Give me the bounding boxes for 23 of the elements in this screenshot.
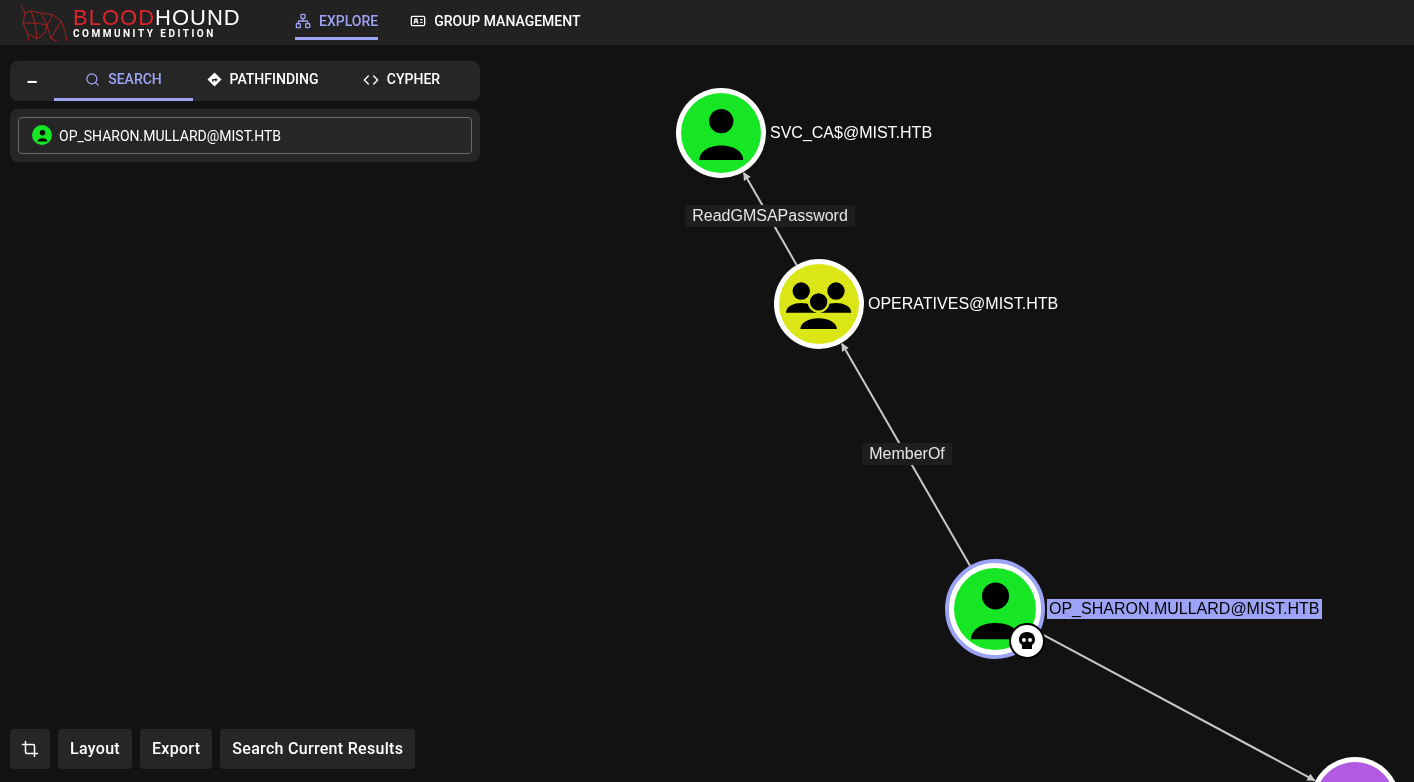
route-sign-icon — [206, 72, 222, 87]
search-icon — [85, 72, 101, 87]
panel-tab[interactable]: SEARCH — [54, 61, 193, 101]
crop-button[interactable] — [10, 729, 50, 769]
toolbar-button[interactable]: Search Current Results — [220, 729, 416, 769]
toolbar-button[interactable]: Export — [140, 729, 213, 769]
graph-icon — [295, 13, 311, 29]
app-title: BLOODHOUND — [73, 6, 241, 29]
node-label: SVC_CA$@MIST.HTB — [769, 123, 934, 143]
id-card-icon — [410, 13, 427, 29]
app-subtitle: COMMUNITY EDITION — [73, 28, 217, 39]
search-field[interactable]: OP_SHARON.MULLARD@MIST.HTB — [18, 117, 472, 154]
toolbar-button[interactable]: Layout — [58, 729, 132, 769]
node-label: OP_SHARON.MULLARD@MIST.HTB — [1047, 599, 1322, 619]
panel-tab[interactable]: CYPHER — [332, 61, 471, 101]
nav-tab[interactable]: EXPLORE — [295, 5, 379, 40]
edge-label: ReadGMSAPassword — [685, 205, 855, 227]
crop-icon — [21, 740, 39, 758]
panel-tab[interactable]: PATHFINDING — [193, 61, 332, 101]
edge-label: MemberOf — [862, 443, 952, 465]
node-label: OPERATIVES@MIST.HTB — [867, 294, 1060, 314]
nav-tab[interactable]: GROUP MANAGEMENT — [410, 5, 581, 40]
collapse-button[interactable]: – — [10, 61, 54, 101]
